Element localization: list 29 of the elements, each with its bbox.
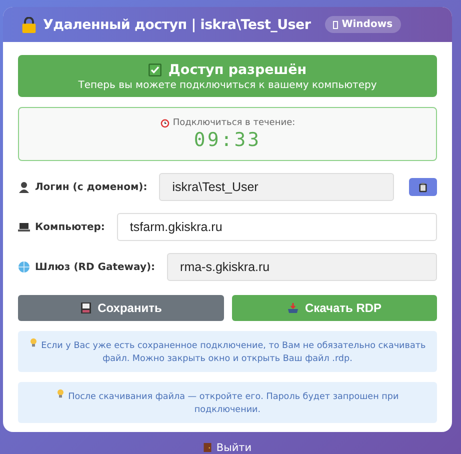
field-label: Компьютер: bbox=[35, 222, 105, 232]
badge-label: Windows bbox=[342, 19, 393, 30]
person-icon bbox=[18, 181, 30, 193]
missing-glyph-icon bbox=[332, 20, 338, 28]
timer-label: Подключиться в течение: bbox=[172, 118, 296, 128]
window-title: Удаленный доступ | iskra\Test_User bbox=[43, 16, 311, 32]
laptop-icon bbox=[18, 221, 30, 233]
field-label: Шлюз (RD Gateway): bbox=[35, 262, 156, 272]
alarm-clock-icon bbox=[160, 118, 170, 128]
save-button[interactable]: Сохранить bbox=[18, 295, 224, 321]
field-label: Логин (с доменом): bbox=[35, 182, 148, 192]
globe-icon bbox=[18, 261, 30, 273]
inbox-tray-icon bbox=[286, 302, 299, 314]
copy-button[interactable] bbox=[409, 178, 437, 196]
status-title: Доступ разрешён bbox=[168, 62, 307, 78]
logout-link[interactable]: Выйти bbox=[203, 441, 252, 454]
door-icon bbox=[203, 441, 212, 454]
clipboard-icon bbox=[418, 182, 428, 192]
check-box-icon bbox=[148, 62, 162, 76]
status-subtitle: Теперь вы можете подключиться к вашему компьютеру bbox=[78, 80, 377, 90]
lock-icon bbox=[21, 16, 37, 32]
info-note: После скачивания файла — откройте его. Пароль будет запрошен при подключении. bbox=[18, 382, 437, 423]
input-field[interactable]: iskra\Test_User bbox=[159, 173, 394, 201]
countdown: 09:33 bbox=[194, 128, 262, 150]
light-bulb-icon bbox=[29, 337, 38, 348]
info-note: Если у Вас уже есть сохраненное подключение, то Вам не обязательно скачивать файл. Можно закрыть окно и открыть Ваш файл .rdp. bbox=[18, 331, 437, 372]
input-field[interactable]: tsfarm.gkiskra.ru bbox=[116, 213, 437, 241]
input-field[interactable]: rma-s.gkiskra.ru bbox=[167, 253, 437, 281]
light-bulb-icon bbox=[56, 388, 66, 399]
